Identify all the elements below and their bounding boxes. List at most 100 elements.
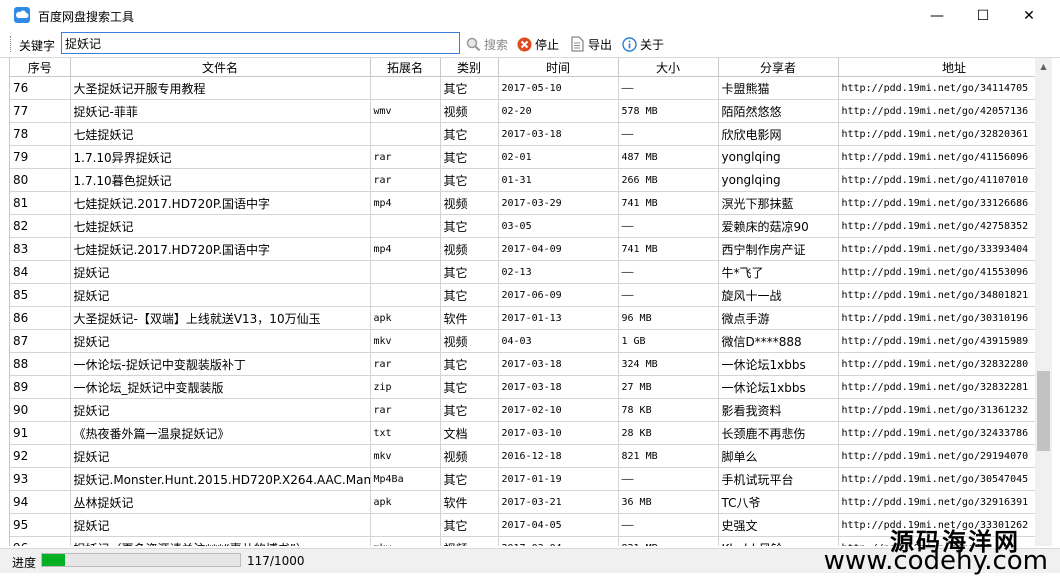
cell-sharer: 微点手游 [718,306,839,330]
table-row[interactable]: 80 1.7.10暮色捉妖记 rar 其它 01-31 266 MB yonglqing ht… [10,168,1036,192]
table-row[interactable]: 86 大圣捉妖记-【双端】上线就送V13，10万仙玉 apk 软件 2017-01-13… [10,306,1036,330]
cell-category: 文档 [440,421,499,445]
cell-extension: mkv [370,536,441,546]
search-label: 搜索 [484,37,509,52]
cell-extension: apk [370,490,441,514]
table-row[interactable]: 79 1.7.10异界捉妖记 rar 其它 02-01 487 MB yonglqing ht… [10,145,1036,169]
about-button[interactable]: 关于 [622,35,664,53]
cell-time: 2017-03-18 [498,375,619,399]
progress-fill [42,554,66,566]
table-row[interactable]: 89 一休论坛_捉妖记中变靓装版 zip 其它 2017-03-18 27 MB 一休论坛1… [10,375,1036,399]
cell-address: http://pdd.19mi.net/go/42758352 [838,214,1036,238]
cell-size: 741 MB [618,237,719,261]
cell-time: 2017-01-19 [498,467,619,491]
cell-time: 2017-01-13 [498,306,619,330]
export-button[interactable]: 导出 [570,35,612,53]
table-row[interactable]: 78 七娃捉妖记 其它 2017-03-18 —— 欣欣电影网 http://pdd.19m… [10,122,1036,146]
cell-sharer: TC八爷 [718,490,839,514]
cell-category: 其它 [440,168,499,192]
cell-sharer: 一休论坛1xbbs [718,375,839,399]
table-row[interactable]: 93 捉妖记.Monster.Hunt.2015.HD720P.X264.AAC.… [10,467,1036,491]
cell-address: http://pdd.19mi.net/go/43915989 [838,329,1036,353]
table-row[interactable]: 77 捉妖记-菲菲 wmv 视频 02-20 578 MB 陌陌然悠悠 http://pdd.… [10,99,1036,123]
cell-category: 其它 [440,513,499,537]
cell-sharer: 陌陌然悠悠 [718,99,839,123]
table-row[interactable]: 96捉妖记（更多资源请关注***“惠儿的博书”）mkv视频2017-03-048… [10,536,1036,546]
cell-filename: 捉妖记 [70,329,371,353]
table-row[interactable]: 85 捉妖记 其它 2017-06-09 —— 旋风十一战 http://pdd.19mi.… [10,283,1036,307]
column-header-time[interactable]: 时间 [498,58,619,77]
keyword-input[interactable]: 捉妖记 [61,32,460,54]
vertical-scrollbar[interactable]: ▲ [1035,58,1052,546]
table-row[interactable]: 83 七娃捉妖记.2017.HD720P.国语中字 mp4 视频 2017-04-09 7… [10,237,1036,261]
cell-category: 其它 [440,283,499,307]
table-row[interactable]: 82 七娃捉妖记 其它 03-05 —— 爱赖床的菇凉90 http://pdd.19mi.… [10,214,1036,238]
search-button[interactable]: 搜索 [466,35,508,53]
cell-time: 2017-02-10 [498,398,619,422]
cell-address: http://pdd.19mi.net/go/34114705 [838,76,1036,100]
table-row[interactable]: 91 《热夜番外篇一温泉捉妖记》 txt 文档 2017-03-10 28 KB 长颈鹿不再… [10,421,1036,445]
column-header-sharer[interactable]: 分享者 [718,58,839,77]
cell-time: 04-03 [498,329,619,353]
table-row[interactable]: 90 捉妖记 rar 其它 2017-02-10 78 KB 影看我资料 http://pdd… [10,398,1036,422]
cell-sharer: 史强文 [718,513,839,537]
stop-button[interactable]: 停止 [517,35,559,53]
table-row[interactable]: 84 捉妖记 其它 02-13 —— 牛*飞了 http://pdd.19mi.net/go… [10,260,1036,284]
export-document-icon [571,36,584,52]
cell-size: —— [618,214,719,238]
cell-size: —— [618,76,719,100]
cell-no: 84 [10,260,71,284]
table-row[interactable]: 95 捉妖记 其它 2017-04-05 —— 史强文 http://pdd.19mi.ne… [10,513,1036,537]
cell-size: 821 MB [618,444,719,468]
toolbar: 关键字 捉妖记 搜索 停止 导出 关于 [0,31,1060,58]
table-row[interactable]: 94 丛林捉妖记 apk 软件 2017-03-21 36 MB TC八爷 http://pd… [10,490,1036,514]
cell-extension: mp4 [370,237,441,261]
cell-extension [370,122,441,146]
cell-category: 其它 [440,145,499,169]
cell-address: http://pdd.19mi.net/go/32832281 [838,375,1036,399]
column-header-address[interactable]: 地址 [838,58,1036,77]
cell-size: 27 MB [618,375,719,399]
maximize-button[interactable]: ☐ [960,0,1006,31]
scroll-up-arrow-icon[interactable]: ▲ [1035,58,1052,75]
cell-time: 2016-12-18 [498,444,619,468]
cell-filename: 捉妖记.Monster.Hunt.2015.HD720P.X264.AAC.Ma… [70,467,371,491]
cell-extension: rar [370,145,441,169]
column-header-size[interactable]: 大小 [618,58,719,77]
cell-size: 821 MB [618,536,719,546]
close-window-button[interactable]: ✕ [1006,0,1052,31]
cell-filename: 捉妖记-菲菲 [70,99,371,123]
cell-extension: wmv [370,99,441,123]
cell-address: http://pdd.19mi.net/go/32916391 [838,490,1036,514]
cell-filename: 七娃捉妖记 [70,214,371,238]
table-row[interactable]: 88 一休论坛-捉妖记中变靓装版补丁 rar 其它 2017-03-18 324 MB 一休… [10,352,1036,376]
column-header-category[interactable]: 类别 [440,58,499,77]
maximize-icon: ☐ [976,7,990,24]
cell-address: http://pdd.19mi.net/go/32... [838,536,1036,546]
minimize-button[interactable]: — [914,0,960,31]
cell-category: 其它 [440,352,499,376]
toolbar-grip[interactable] [10,36,13,52]
column-header-filename[interactable]: 文件名 [70,58,371,77]
search-icon [466,37,481,51]
cell-category: 视频 [440,237,499,261]
cell-address: http://pdd.19mi.net/go/32820361 [838,122,1036,146]
cell-filename: 捉妖记 [70,444,371,468]
cell-time: 2017-03-10 [498,421,619,445]
column-header-no[interactable]: 序号 [10,58,71,77]
cell-size: 324 MB [618,352,719,376]
table-row[interactable]: 87 捉妖记 mkv 视频 04-03 1 GB 微信D****888 http://pdd.… [10,329,1036,353]
cell-time: 02-13 [498,260,619,284]
cell-time: 02-20 [498,99,619,123]
column-header-extension[interactable]: 拓展名 [370,58,441,77]
cell-sharer: yonglqing [718,145,839,169]
cell-size: 1 GB [618,329,719,353]
cell-no: 78 [10,122,71,146]
cell-sharer: 微信D****888 [718,329,839,353]
table-row[interactable]: 76 大圣捉妖记开服专用教程 其它 2017-05-10 —— 卡盟熊猫 http://pd… [10,76,1036,100]
table-row[interactable]: 81 七娃捉妖记.2017.HD720P.国语中字 mp4 视频 2017-03-29 7… [10,191,1036,215]
table-row[interactable]: 92 捉妖记 mkv 视频 2016-12-18 821 MB 脚单么 http://pdd.… [10,444,1036,468]
cell-no: 90 [10,398,71,422]
cell-filename: 1.7.10异界捉妖记 [70,145,371,169]
scrollbar-thumb[interactable] [1037,371,1050,451]
